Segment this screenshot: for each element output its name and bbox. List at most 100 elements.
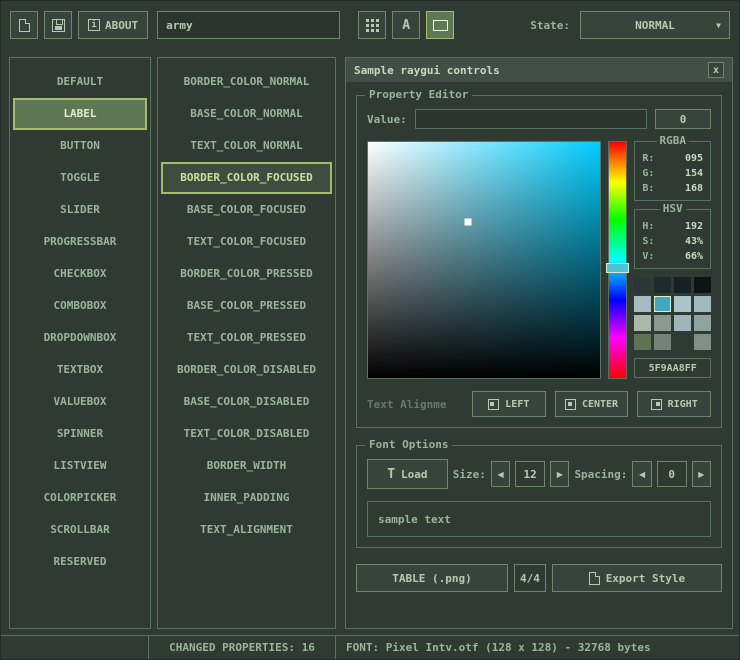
controls-list-item[interactable]: SPINNER (13, 418, 147, 450)
style-table-view-button[interactable] (358, 11, 386, 39)
properties-list-item[interactable]: BORDER_COLOR_FOCUSED (161, 162, 332, 194)
sample-controls-window: Sample raygui controls x Property Editor… (345, 57, 733, 629)
palette-swatch[interactable] (674, 296, 691, 312)
controls-list-item[interactable]: DEFAULT (13, 66, 147, 98)
value-zero-button[interactable]: 0 (655, 109, 711, 129)
new-file-icon (19, 19, 30, 32)
palette-swatch[interactable] (654, 334, 671, 350)
text-alignment-row: Text Alignme LEFT CENTER RIGHT (367, 391, 711, 417)
palette-swatch[interactable] (654, 315, 671, 331)
sample-text-box[interactable]: sample text (367, 501, 711, 537)
align-left-button[interactable]: LEFT (472, 391, 546, 417)
controls-list-item[interactable]: SLIDER (13, 194, 147, 226)
hsv-s-row: S: 43% (639, 234, 706, 249)
palette-swatch[interactable] (674, 334, 691, 350)
properties-list-item[interactable]: BORDER_COLOR_PRESSED (161, 258, 332, 290)
properties-list-item[interactable]: BORDER_COLOR_NORMAL (161, 66, 332, 98)
align-center-button[interactable]: CENTER (555, 391, 629, 417)
align-right-button[interactable]: RIGHT (637, 391, 711, 417)
export-style-button[interactable]: Export Style (552, 564, 722, 592)
size-value-box[interactable]: 12 (515, 461, 545, 487)
properties-list-item[interactable]: TEXT_COLOR_DISABLED (161, 418, 332, 450)
font-options-label: Font Options (365, 438, 452, 451)
controls-list-item[interactable]: COLORPICKER (13, 482, 147, 514)
controls-list-item[interactable]: PROGRESSBAR (13, 226, 147, 258)
controls-list-item[interactable]: LABEL (13, 98, 147, 130)
controls-list-item[interactable]: DROPDOWNBOX (13, 322, 147, 354)
size-decrease-button[interactable]: ◀ (491, 461, 510, 487)
properties-list-item[interactable]: BASE_COLOR_PRESSED (161, 290, 332, 322)
palette-swatch[interactable] (694, 277, 711, 293)
controls-list-item[interactable]: SCROLLBAR (13, 514, 147, 546)
state-dropdown[interactable]: NORMAL ▼ (580, 11, 730, 39)
palette-swatch[interactable] (654, 277, 671, 293)
hsv-h-row: H: 192 (639, 219, 706, 234)
controls-list-item[interactable]: LISTVIEW (13, 450, 147, 482)
window-body: Property Editor Value: 0 RGBA (346, 82, 732, 592)
properties-list-item[interactable]: INNER_PADDING (161, 482, 332, 514)
hue-cursor[interactable] (606, 263, 630, 273)
font-info-status: FONT: Pixel Intv.otf (128 x 128) - 32768… (336, 636, 739, 659)
spacing-increase-button[interactable]: ▶ (692, 461, 711, 487)
window-titlebar[interactable]: Sample raygui controls x (346, 58, 732, 82)
palette-swatch[interactable] (674, 315, 691, 331)
palette-swatch[interactable] (634, 315, 651, 331)
font-load-button[interactable]: T Load (367, 459, 448, 489)
sv-cursor[interactable] (464, 219, 471, 226)
value-label: Value: (367, 113, 407, 126)
font-view-button[interactable]: A (392, 11, 420, 39)
properties-list-item[interactable]: TEXT_COLOR_PRESSED (161, 322, 332, 354)
close-icon[interactable]: x (708, 62, 724, 78)
palette-swatch[interactable] (694, 315, 711, 331)
export-table-button[interactable]: TABLE (.png) (356, 564, 508, 592)
controls-list-item[interactable]: VALUEBOX (13, 386, 147, 418)
palette-swatch[interactable] (654, 296, 671, 312)
new-style-button[interactable] (10, 11, 38, 39)
properties-list-item[interactable]: BASE_COLOR_NORMAL (161, 98, 332, 130)
spacing-value-box[interactable]: 0 (657, 461, 687, 487)
hsv-group: HSV H: 192 S: 43% V: 66% (634, 209, 711, 269)
rgba-r-row: R: 095 (639, 151, 706, 166)
controls-list-item[interactable]: TEXTBOX (13, 354, 147, 386)
saturation-value-panel[interactable] (367, 141, 601, 379)
save-style-button[interactable] (44, 11, 72, 39)
controls-list-item[interactable]: CHECKBOX (13, 258, 147, 290)
properties-list-item[interactable]: TEXT_COLOR_FOCUSED (161, 226, 332, 258)
controls-list-item[interactable]: TOGGLE (13, 162, 147, 194)
state-label: State: (530, 19, 570, 32)
pages-indicator[interactable]: 4/4 (514, 564, 546, 592)
properties-list-item[interactable]: BASE_COLOR_DISABLED (161, 386, 332, 418)
picker-side-panel: RGBA R: 095 G: 154 B: 168 (634, 141, 711, 379)
changed-properties-status: CHANGED PROPERTIES: 16 (149, 636, 336, 659)
state-dropdown-value: NORMAL (635, 19, 675, 32)
spacing-decrease-button[interactable]: ◀ (632, 461, 651, 487)
align-right-icon (651, 399, 662, 410)
palette-swatch[interactable] (674, 277, 691, 293)
palette-swatch[interactable] (694, 334, 711, 350)
window-title: Sample raygui controls (354, 64, 708, 77)
color-picker: RGBA R: 095 G: 154 B: 168 (367, 141, 711, 379)
value-input[interactable] (415, 109, 647, 129)
align-left-icon (488, 399, 499, 410)
controls-list-item[interactable]: RESERVED (13, 546, 147, 578)
controls-list-item[interactable]: COMBOBOX (13, 290, 147, 322)
hsv-label: HSV (660, 202, 686, 215)
palette-swatch[interactable] (634, 334, 651, 350)
properties-list-item[interactable]: BASE_COLOR_FOCUSED (161, 194, 332, 226)
palette-swatch[interactable] (634, 277, 651, 293)
properties-list-item[interactable]: TEXT_ALIGNMENT (161, 514, 332, 546)
hue-bar[interactable] (608, 141, 628, 379)
hex-value-box[interactable]: 5F9AA8FF (634, 358, 711, 378)
palette-swatch[interactable] (634, 296, 651, 312)
controls-view-button[interactable] (426, 11, 454, 39)
properties-list-item[interactable]: BORDER_WIDTH (161, 450, 332, 482)
properties-list-item[interactable]: TEXT_COLOR_NORMAL (161, 130, 332, 162)
about-button[interactable]: i ABOUT (78, 11, 148, 39)
size-increase-button[interactable]: ▶ (550, 461, 569, 487)
palette-swatch[interactable] (694, 296, 711, 312)
properties-list: BORDER_COLOR_NORMALBASE_COLOR_NORMALTEXT… (157, 57, 336, 629)
controls-list-item[interactable]: BUTTON (13, 130, 147, 162)
spacing-label: Spacing: (574, 468, 627, 481)
style-name-input[interactable] (157, 11, 340, 39)
properties-list-item[interactable]: BORDER_COLOR_DISABLED (161, 354, 332, 386)
